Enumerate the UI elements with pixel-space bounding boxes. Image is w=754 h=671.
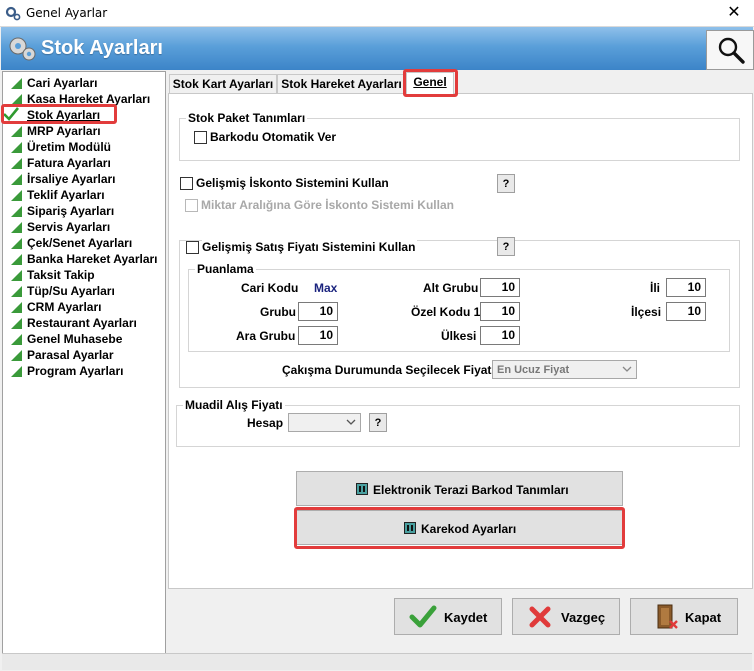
title-bar: Genel Ayarlar ✕ xyxy=(0,0,754,27)
barkod-otomatik-label: Barkodu Otomatik Ver xyxy=(210,130,337,144)
tree-node-icon xyxy=(11,350,22,361)
tree-node-icon xyxy=(11,158,22,169)
puanlama-legend: Puanlama xyxy=(197,262,254,276)
gelismis-iskonto-label: Gelişmiş İskonto Sistemini Kullan xyxy=(196,176,389,190)
grubu-label: Grubu xyxy=(260,305,296,319)
tree-node-icon xyxy=(11,206,22,217)
vazgec-label: Vazgeç xyxy=(561,610,606,625)
tree-node-icon xyxy=(11,270,22,281)
tree-node-icon xyxy=(11,286,22,297)
ara-grubu-input[interactable]: 10 xyxy=(298,326,338,345)
kaydet-button[interactable]: Kaydet xyxy=(394,598,502,635)
kapat-button[interactable]: Kapat xyxy=(630,598,738,635)
satis-help-button[interactable]: ? xyxy=(497,237,515,256)
app-gear-icon xyxy=(5,6,21,21)
tree-node-icon xyxy=(11,334,22,345)
settings-gears-icon xyxy=(9,37,36,61)
alt-grubu-label: Alt Grubu xyxy=(423,281,479,295)
tree-node-icon xyxy=(11,366,22,377)
ili-input[interactable]: 10 xyxy=(666,278,706,297)
close-button[interactable]: ✕ xyxy=(722,3,746,23)
miktar-araligi-checkbox[interactable] xyxy=(185,199,198,212)
chevron-down-icon xyxy=(346,419,356,425)
cakisma-select-value: En Ucuz Fiyat xyxy=(497,364,570,376)
muadil-legend: Muadil Alış Fiyatı xyxy=(185,398,283,412)
ilcesi-input[interactable]: 10 xyxy=(666,302,706,321)
elektronik-terazi-label: Elektronik Terazi Barkod Tanımları xyxy=(373,483,569,497)
settings-sidebar: Cari Ayarları Kasa Hareket Ayarları Stok… xyxy=(2,71,166,656)
kaydet-label: Kaydet xyxy=(444,610,488,625)
tree-node-icon xyxy=(11,174,22,185)
cakisma-select[interactable]: En Ucuz Fiyat xyxy=(492,360,637,379)
ilcesi-label: İlçesi xyxy=(631,305,662,319)
cari-kodu-value: Max xyxy=(314,281,338,295)
status-strip xyxy=(2,653,752,670)
header-band: Stok Ayarları xyxy=(1,27,753,70)
karekod-highlight xyxy=(294,507,625,549)
page-title: Stok Ayarları xyxy=(41,37,163,59)
tree-node-icon xyxy=(11,302,22,313)
ara-grubu-label: Ara Grubu xyxy=(236,329,296,343)
window-title: Genel Ayarlar xyxy=(26,6,108,20)
hesap-help-button[interactable]: ? xyxy=(369,413,387,432)
chevron-down-icon xyxy=(622,366,632,372)
ozel-kodu-input[interactable]: 10 xyxy=(480,302,520,321)
elektronik-terazi-button[interactable]: Elektronik Terazi Barkod Tanımları xyxy=(296,471,623,506)
save-check-icon xyxy=(409,605,437,628)
tree-node-icon xyxy=(11,126,22,137)
ozel-kodu-label: Özel Kodu 1 xyxy=(411,305,481,319)
miktar-araligi-label: Miktar Aralığına Göre İskonto Sistemi Ku… xyxy=(201,198,454,212)
button-icon xyxy=(356,483,368,495)
tree-node-icon xyxy=(11,318,22,329)
exit-door-icon xyxy=(657,604,678,629)
ulkesi-label: Ülkesi xyxy=(441,329,477,343)
cakisma-label: Çakışma Durumunda Seçilecek Fiyat xyxy=(282,363,492,377)
selection-highlight xyxy=(1,104,117,124)
tree-node-icon xyxy=(11,142,22,153)
tab-highlight xyxy=(403,69,458,97)
tree-node-icon xyxy=(11,238,22,249)
hesap-select[interactable] xyxy=(288,413,361,432)
alt-grubu-input[interactable]: 10 xyxy=(480,278,520,297)
barkod-otomatik-checkbox[interactable] xyxy=(194,131,207,144)
grubu-input[interactable]: 10 xyxy=(298,302,338,321)
tab-stok-kart-ayarlari[interactable]: Stok Kart Ayarları xyxy=(169,74,277,94)
cancel-x-icon xyxy=(529,606,551,628)
magnifier-icon xyxy=(718,37,745,64)
vazgec-button[interactable]: Vazgeç xyxy=(512,598,620,635)
tree-node-icon xyxy=(11,222,22,233)
stok-paket-legend: Stok Paket Tanımları xyxy=(188,111,306,125)
tab-stok-hareket-ayarlari[interactable]: Stok Hareket Ayarları xyxy=(277,74,406,94)
kapat-label: Kapat xyxy=(685,610,722,625)
gelismis-iskonto-checkbox[interactable] xyxy=(180,177,193,190)
iskonto-help-button[interactable]: ? xyxy=(497,174,515,193)
tree-node-icon xyxy=(11,254,22,265)
cari-kodu-label: Cari Kodu xyxy=(241,281,299,295)
gelismis-satis-label: Gelişmiş Satış Fiyatı Sistemini Kullan xyxy=(202,240,418,254)
hesap-label: Hesap xyxy=(247,416,284,430)
tree-node-icon xyxy=(11,78,22,89)
gelismis-satis-checkbox[interactable] xyxy=(186,241,199,254)
ili-label: İli xyxy=(650,281,661,295)
tree-node-icon xyxy=(11,190,22,201)
search-button[interactable] xyxy=(706,30,754,70)
ulkesi-input[interactable]: 10 xyxy=(480,326,520,345)
